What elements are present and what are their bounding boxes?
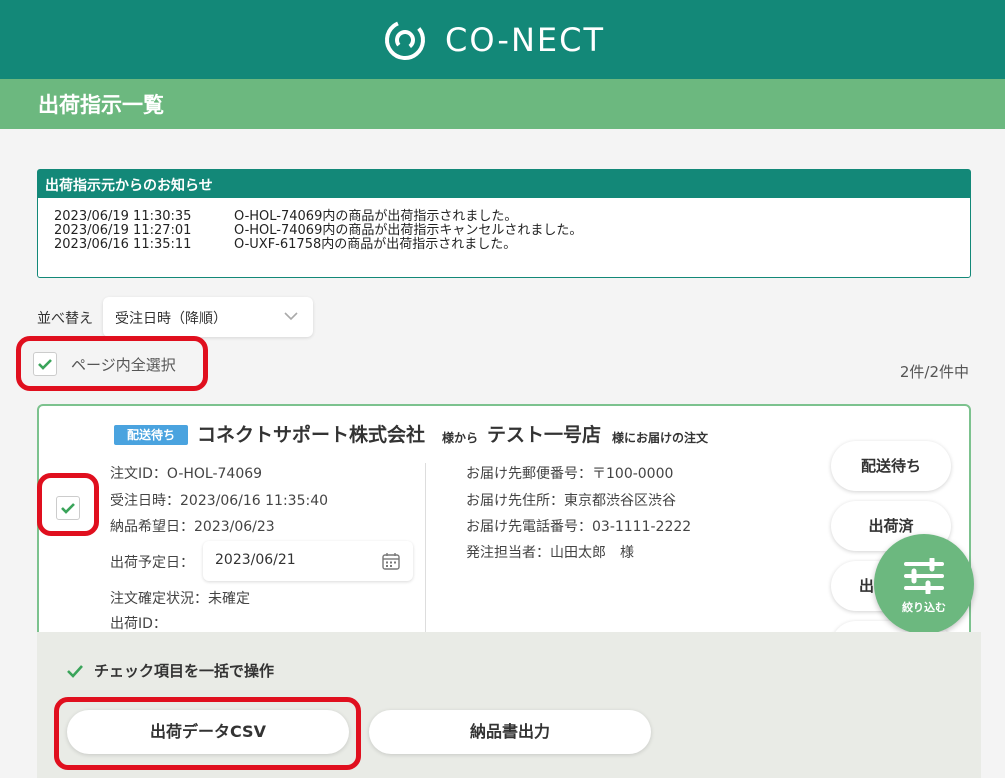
notice-title: 出荷指示元からのお知らせ — [38, 170, 970, 198]
bulk-title-text: チェック項目を一括で操作 — [94, 662, 275, 680]
sort-value: 受注日時（降順） — [115, 311, 227, 327]
brand-logo[interactable]: CO-NECT — [383, 18, 605, 62]
check-icon — [67, 664, 83, 678]
confirm-status: 注文確定状況：未確定 — [110, 591, 250, 607]
ship-date-input[interactable]: 2023/06/21 — [203, 541, 413, 581]
select-all-toggle[interactable]: ページ内全選択 — [33, 347, 176, 381]
notice-message: O-HOL-74069内の商品が出荷指示キャンセルされました。 — [234, 223, 583, 238]
calendar-icon[interactable] — [381, 551, 401, 571]
check-icon — [61, 503, 75, 514]
shipping-csv-button[interactable]: 出荷データCSV — [67, 710, 349, 754]
filter-fab-button[interactable]: 絞り込む — [874, 534, 974, 634]
notice-list: 2023/06/19 11:30:35 O-HOL-74069内の商品が出荷指示… — [38, 198, 970, 252]
order-id: 注文ID：O-HOL-74069 — [110, 466, 263, 482]
shop-name: テスト一号店 — [487, 424, 602, 446]
sort-select[interactable]: 受注日時（降順） — [103, 297, 313, 337]
ship-date-value: 2023/06/21 — [215, 552, 296, 568]
bulk-title: チェック項目を一括で操作 — [66, 660, 274, 681]
notice-datetime: 2023/06/19 11:30:35 — [54, 209, 192, 224]
deliver-suffix: 様にお届けの注文 — [612, 431, 709, 445]
delivery-postal: お届け先郵便番号：〒100-0000 — [466, 466, 674, 482]
notice-panel: 出荷指示元からのお知らせ 2023/06/19 11:30:35 O-HOL-7… — [37, 169, 971, 278]
title-bar: 出荷指示一覧 — [0, 79, 1005, 129]
filter-sliders-icon — [904, 558, 944, 594]
notice-item: 2023/06/19 11:27:01 O-HOL-74069内の商品が出荷指示… — [54, 224, 954, 238]
ship-id: 出荷ID： — [110, 616, 167, 632]
company-name: コネクトサポート株式会社 — [197, 424, 426, 446]
notice-datetime: 2023/06/19 11:27:01 — [54, 223, 192, 238]
invoice-output-button[interactable]: 納品書出力 — [369, 710, 651, 754]
delivery-address: お届け先住所：東京都渋谷区渋谷 — [466, 493, 676, 509]
check-icon — [38, 359, 52, 370]
notice-datetime: 2023/06/16 11:35:11 — [54, 237, 192, 252]
notice-item: 2023/06/19 11:30:35 O-HOL-74069内の商品が出荷指示… — [54, 210, 954, 224]
order-checkbox[interactable] — [56, 496, 80, 520]
notice-item: 2023/06/16 11:35:11 O-UXF-61758内の商品が出荷指示… — [54, 238, 954, 252]
ship-date-label: 出荷予定日： — [110, 555, 194, 571]
notice-message: O-HOL-74069内の商品が出荷指示されました。 — [234, 209, 518, 224]
delivery-phone: お届け先電話番号：03-1111-2222 — [466, 519, 692, 535]
select-all-checkbox[interactable] — [33, 352, 57, 376]
desired-date: 納品希望日：2023/06/23 — [110, 519, 275, 535]
status-waiting-button[interactable]: 配送待ち — [831, 441, 951, 491]
sort-label: 並べ替え — [37, 311, 93, 327]
page-title: 出荷指示一覧 — [38, 93, 164, 117]
chevron-down-icon — [284, 312, 298, 321]
result-count: 2件/2件中 — [899, 363, 969, 381]
order-date: 受注日時：2023/06/16 11:35:40 — [110, 493, 329, 509]
app-header: CO-NECT — [0, 0, 1005, 79]
brand-name: CO-NECT — [445, 21, 606, 59]
filter-fab-label: 絞り込む — [902, 601, 946, 614]
status-ship-label: 出 — [859, 577, 875, 595]
select-all-label: ページ内全選択 — [71, 355, 176, 374]
bulk-action-panel — [37, 632, 981, 778]
notice-message: O-UXF-61758内の商品が出荷指示されました。 — [234, 237, 517, 252]
conect-logo-icon — [385, 20, 425, 60]
order-person: 発注担当者：山田太郎 様 — [466, 545, 634, 561]
column-divider — [425, 463, 426, 638]
from-suffix: 様から — [442, 431, 479, 445]
status-badge: 配送待ち — [114, 425, 188, 445]
